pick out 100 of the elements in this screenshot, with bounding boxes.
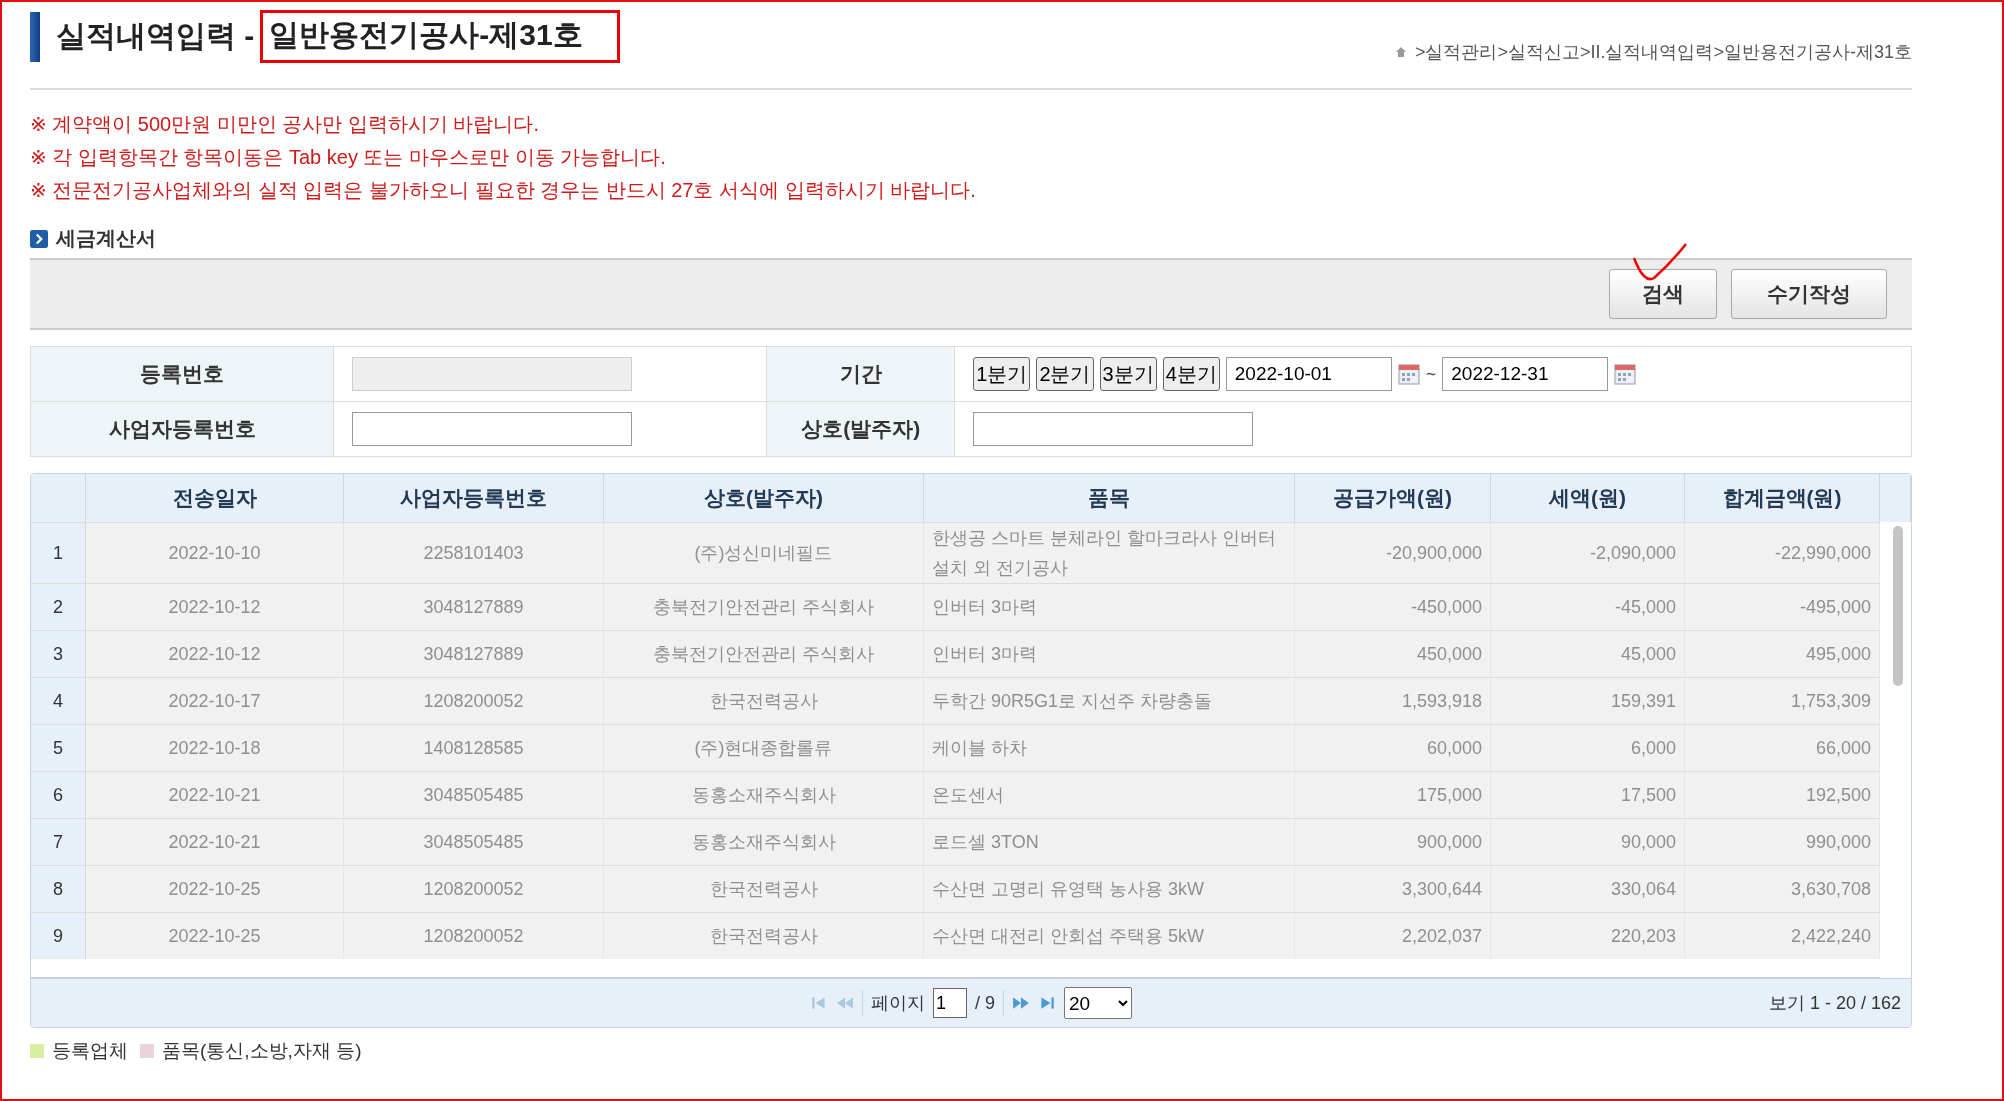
last-page-icon[interactable] (1038, 994, 1056, 1012)
table-cell: 17,500 (1491, 772, 1685, 818)
legend-label: 등록업체 (52, 1039, 128, 1063)
row-number: 9 (31, 913, 86, 959)
breadcrumb: >실적관리>실적신고>II.실적내역입력>일반용전기공사-제31호 (1414, 41, 1912, 64)
row-number: 2 (31, 584, 86, 630)
table-cell: 3,630,708 (1685, 866, 1880, 912)
page-number-field[interactable]: 1 (933, 988, 967, 1018)
company-field[interactable] (973, 412, 1254, 446)
table-cell: 2022-10-12 (86, 631, 344, 677)
page-total: / 9 (975, 992, 995, 1014)
table-cell: 1208200052 (344, 678, 604, 724)
table-cell: -450,000 (1295, 584, 1491, 630)
table-cell: 60,000 (1295, 725, 1491, 771)
notice-text: ※ 계약액이 500만원 미만인 공사만 입력하시기 바랍니다. (30, 112, 541, 137)
notice-text: ※ 각 입력항목간 항목이동은 Tab key 또는 마우스로만 이동 가능합니다. (30, 145, 667, 170)
column-header[interactable]: 합계금액(원) (1685, 474, 1880, 522)
table-cell: 2022-10-21 (86, 772, 344, 818)
table-cell: 990,000 (1685, 819, 1880, 865)
row-number: 5 (31, 725, 86, 771)
calendar-icon[interactable] (1614, 363, 1637, 385)
table-cell: 한생공 스마트 분체라인 할마크라사 인버터 설치 외 전기공사 (924, 523, 1295, 583)
table-cell: 66,000 (1685, 725, 1880, 771)
table-cell: 1208200052 (344, 913, 604, 959)
table-cell: 3048505485 (344, 819, 604, 865)
range-separator: ~ (1425, 363, 1437, 385)
table-cell: 450,000 (1295, 631, 1491, 677)
table-cell: 2022-10-25 (86, 866, 344, 912)
table-cell: 수산면 고명리 유영택 농사용 3kW (924, 866, 1295, 912)
table-cell: 수산면 대전리 안회섭 주택용 5kW (924, 913, 1295, 959)
table-cell: 2,202,037 (1295, 913, 1491, 959)
table-cell: 2022-10-21 (86, 819, 344, 865)
table-cell: 온도센서 (924, 772, 1295, 818)
table-cell: 495,000 (1685, 631, 1880, 677)
table-cell: (주)현대종합롤류 (604, 725, 924, 771)
field-label: 사업자등록번호 (30, 401, 334, 457)
home-icon[interactable] (1394, 46, 1407, 58)
table-cell: 1,753,309 (1685, 678, 1880, 724)
table-cell: 900,000 (1295, 819, 1491, 865)
column-header[interactable]: 전송일자 (86, 474, 344, 522)
table-cell: 두학간 90R5G1로 지선주 차량충돌 (924, 678, 1295, 724)
toolbar-button[interactable]: 검색 (1609, 269, 1717, 319)
table-cell: 2022-10-10 (86, 523, 344, 583)
table-cell: 2022-10-25 (86, 913, 344, 959)
start-date-field[interactable]: 2022-10-01 (1225, 357, 1392, 391)
table-cell: 한국전력공사 (604, 866, 924, 912)
chevron-icon (30, 229, 48, 248)
table-cell: (주)성신미네필드 (604, 523, 924, 583)
row-number: 3 (31, 631, 86, 677)
scrollbar-thumb[interactable] (1893, 526, 1903, 686)
field-label: 상호(발주자) (766, 401, 955, 457)
table-cell: 1408128585 (344, 725, 604, 771)
table-cell: 충북전기안전관리 주식회사 (604, 584, 924, 630)
table-cell: 2,422,240 (1685, 913, 1880, 959)
table-cell: 케이블 하차 (924, 725, 1295, 771)
quarter-button[interactable]: 2분기 (1036, 357, 1094, 391)
table-cell: 3,300,644 (1295, 866, 1491, 912)
table-cell: -495,000 (1685, 584, 1880, 630)
page-label: 페이지 (871, 992, 925, 1015)
calendar-icon[interactable] (1397, 363, 1420, 385)
title-marker (30, 11, 40, 62)
table-cell: -45,000 (1491, 584, 1685, 630)
business-number-field[interactable] (352, 412, 632, 446)
section-title: 세금계산서 (56, 226, 156, 251)
column-header[interactable]: 상호(발주자) (604, 474, 924, 522)
table-cell: 1208200052 (344, 866, 604, 912)
quarter-button[interactable]: 3분기 (1099, 357, 1157, 391)
table-cell: 동홍소재주식회사 (604, 819, 924, 865)
quarter-button[interactable]: 1분기 (973, 357, 1031, 391)
table-cell: -20,900,000 (1295, 523, 1491, 583)
table-cell: 3048127889 (344, 584, 604, 630)
column-header[interactable]: 사업자등록번호 (344, 474, 604, 522)
row-number: 1 (31, 523, 86, 583)
first-page-icon[interactable] (810, 994, 828, 1012)
toolbar-button[interactable]: 수기작성 (1731, 269, 1887, 319)
table-cell: 인버터 3마력 (924, 584, 1295, 630)
table-cell: 6,000 (1491, 725, 1685, 771)
legend-label: 품목(통신,소방,자재 등) (162, 1039, 362, 1063)
column-header[interactable]: 세액(원) (1491, 474, 1685, 522)
table-cell: 90,000 (1491, 819, 1685, 865)
page-title: 실적내역입력 - (56, 18, 255, 54)
table-cell: 로드셀 3TON (924, 819, 1295, 865)
column-header[interactable]: 품목 (924, 474, 1295, 522)
record-summary: 보기 1 - 20 / 162 (1768, 992, 1901, 1015)
row-number: 7 (31, 819, 86, 865)
table-cell: 159,391 (1491, 678, 1685, 724)
table-cell: 2022-10-18 (86, 725, 344, 771)
notice-text: ※ 전문전기공사업체와의 실적 입력은 불가하오니 필요한 경우는 반드시 27호 서식에 입력하시기 바랍니다. (30, 178, 977, 203)
quarter-button[interactable]: 4분기 (1162, 357, 1220, 391)
table-cell: 1,593,918 (1295, 678, 1491, 724)
table-cell: 330,064 (1491, 866, 1685, 912)
page-title-highlight: 일반용전기공사-제31호 (260, 10, 620, 63)
table-cell: 192,500 (1685, 772, 1880, 818)
table-cell: 동홍소재주식회사 (604, 772, 924, 818)
end-date-field[interactable]: 2022-12-31 (1442, 357, 1609, 391)
table-cell: 한국전력공사 (604, 678, 924, 724)
column-header[interactable]: 공급가액(원) (1295, 474, 1491, 522)
page-size-select[interactable]: 20 (1064, 987, 1132, 1019)
table-cell: 인버터 3마력 (924, 631, 1295, 677)
table-cell: 175,000 (1295, 772, 1491, 818)
